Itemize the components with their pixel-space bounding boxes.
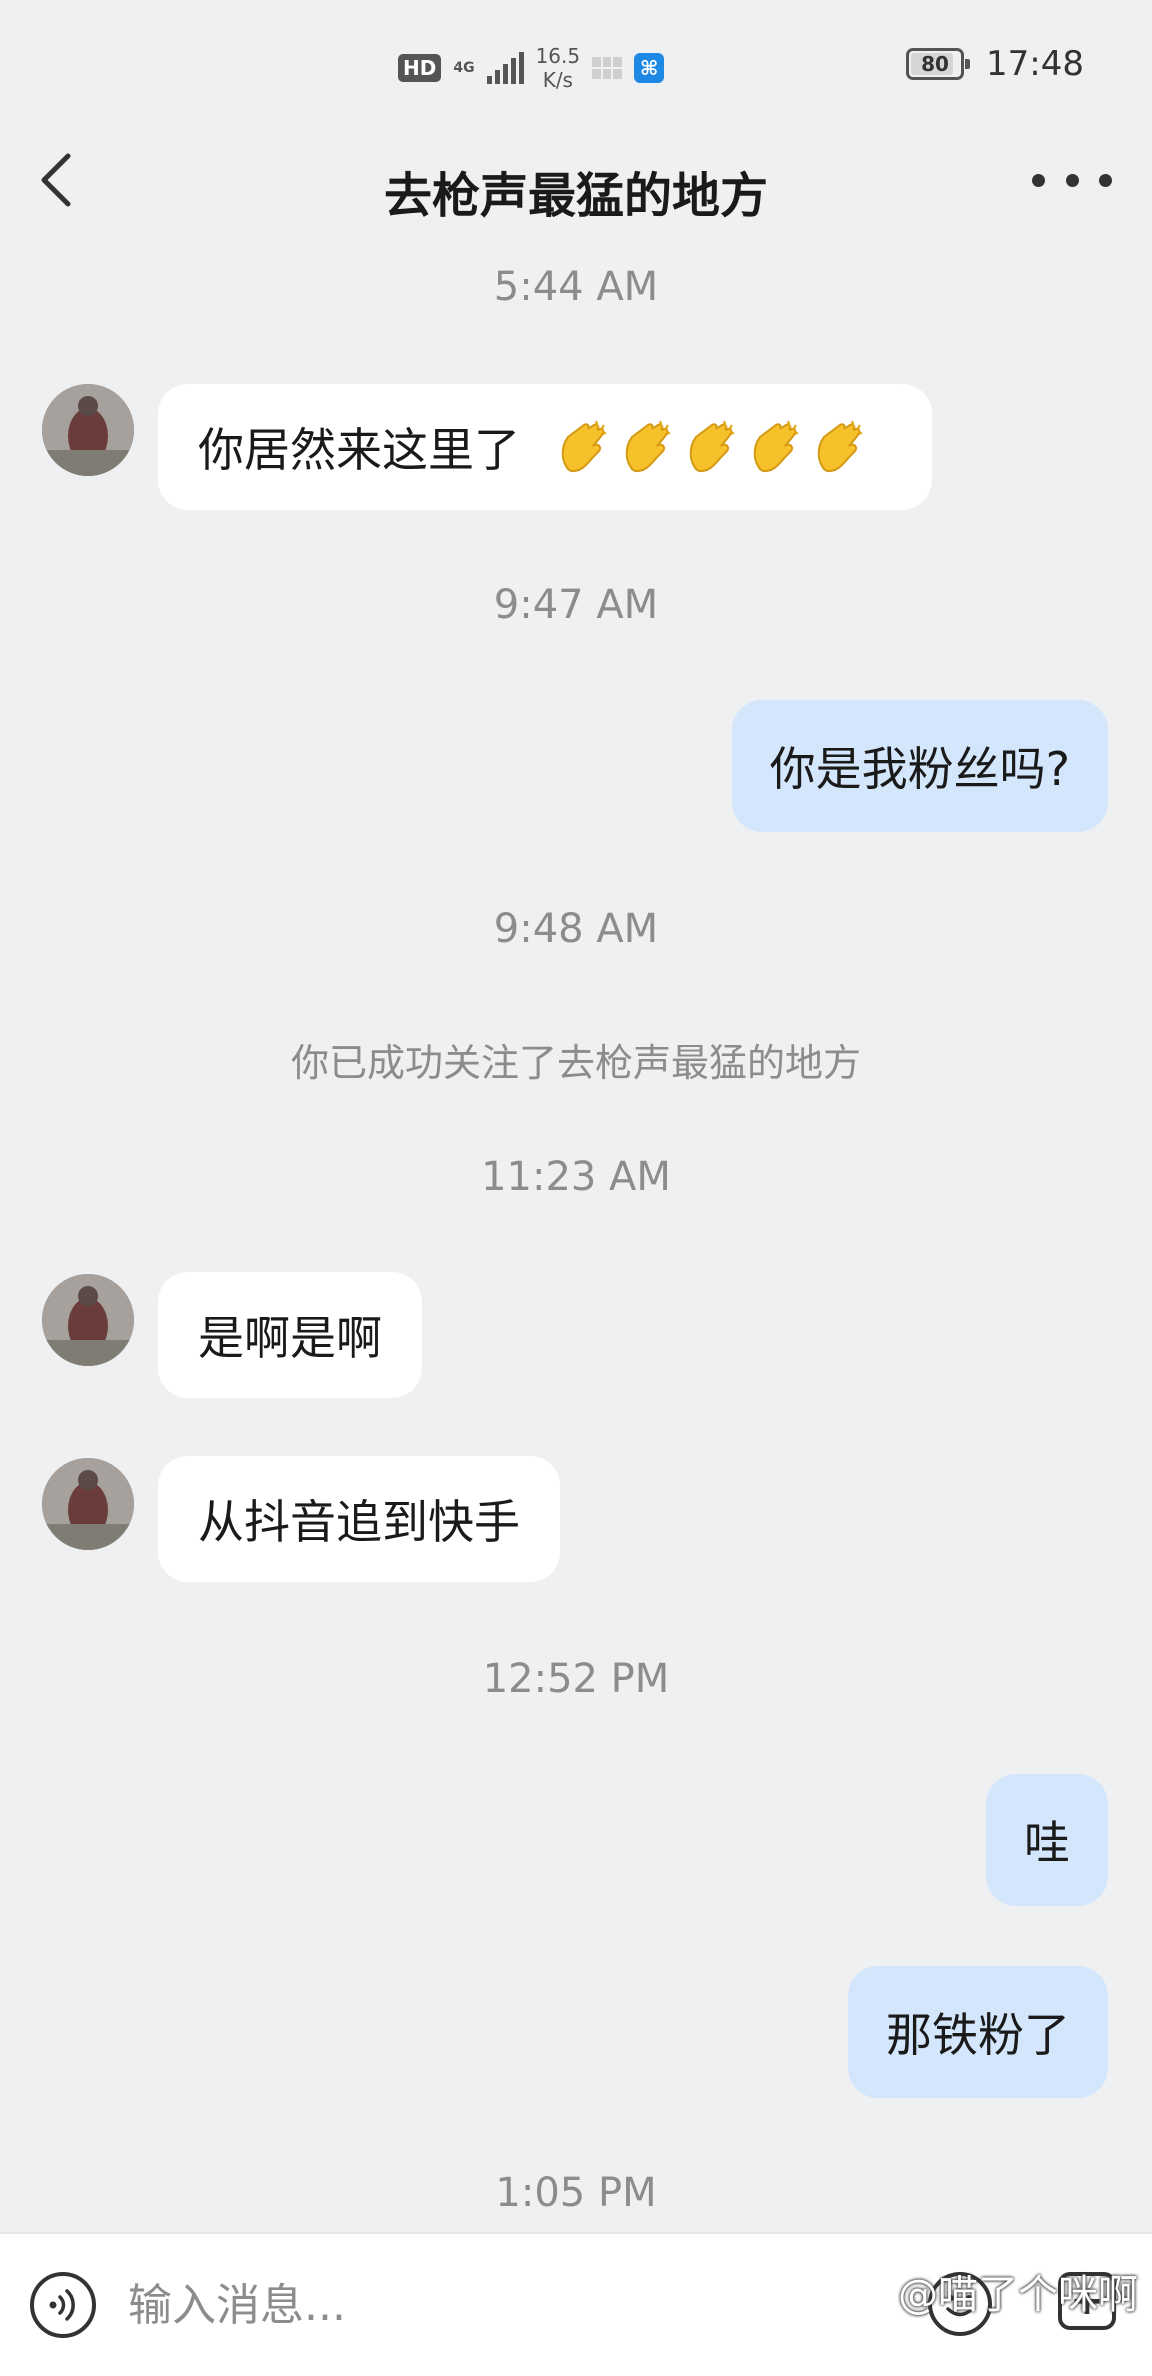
network-type: 4G [453,60,475,76]
speed-unit: K/s [542,68,573,92]
clapping-hands-icon [561,420,607,473]
battery-level: 80 [921,52,949,76]
message-text: 是啊是啊 [198,1311,382,1365]
timestamp: 9:48 AM [493,906,659,952]
message-text: 哇 [1024,1816,1070,1870]
watermark: @喵了个咪啊 [898,2272,1138,2318]
avatar-image [42,384,134,476]
emoji-group [554,419,866,475]
network-speed: 16.5 K/s [536,44,581,92]
timestamp: 11:23 AM [481,1154,671,1200]
message-bubble-outgoing[interactable]: 那铁粉了 [848,1966,1108,2098]
clapping-hands-icon [689,420,735,473]
clapping-hands-icon [817,420,863,473]
dot-icon [1065,173,1079,187]
message-bubble-incoming[interactable]: 你居然来这里了 [158,384,932,510]
message-bubble-incoming[interactable]: 从抖音追到快手 [158,1456,560,1582]
speed-value: 16.5 [535,44,581,68]
message-bubble-outgoing[interactable]: 你是我粉丝吗? [731,700,1108,832]
message-text: 你是我粉丝吗? [769,742,1070,796]
message-text: 从抖音追到快手 [198,1495,520,1549]
battery-icon: 80 [906,48,971,80]
timestamp: 1:05 PM [495,2170,657,2216]
message-bubble-incoming[interactable]: 是啊是啊 [158,1272,422,1398]
avatar[interactable] [42,384,134,476]
dot-icon [1099,173,1112,187]
status-bar: HD 4G 16.5 K/s ⌘ 80 17:48 [0,0,1152,130]
status-right: 80 17:48 [906,44,1084,84]
avatar[interactable] [42,1274,134,1366]
message-text: 你居然来这里了 [198,423,520,477]
avatar[interactable] [42,1458,134,1550]
app-notification-icon: ⌘ [634,53,665,83]
hd-badge: HD [398,54,442,82]
grid-icon [592,57,623,79]
timestamp: 12:52 PM [482,1656,670,1702]
clapping-hands-icon [625,420,671,473]
message-text: 那铁粉了 [886,2008,1070,2062]
message-input[interactable] [128,2268,828,2342]
voice-icon [49,2289,75,2321]
timestamp: 5:44 AM [493,264,659,310]
chat-title: 去枪声最猛的地方 [383,168,768,224]
voice-button[interactable] [30,2272,96,2338]
title-bar: 去枪声最猛的地方 [0,130,1152,230]
message-bubble-outgoing[interactable]: 哇 [986,1774,1108,1906]
clapping-hands-icon [753,420,799,473]
clock: 17:48 [986,44,1084,84]
signal-icon [486,52,524,84]
timestamp: 9:47 AM [493,582,659,628]
avatar-image [42,1274,134,1366]
system-notice: 你已成功关注了去枪声最猛的地方 [290,1041,861,1085]
avatar-image [42,1458,134,1550]
status-icons: HD 4G 16.5 K/s ⌘ [398,44,665,92]
dot-icon [1032,173,1045,187]
more-options-button[interactable] [1032,158,1112,202]
